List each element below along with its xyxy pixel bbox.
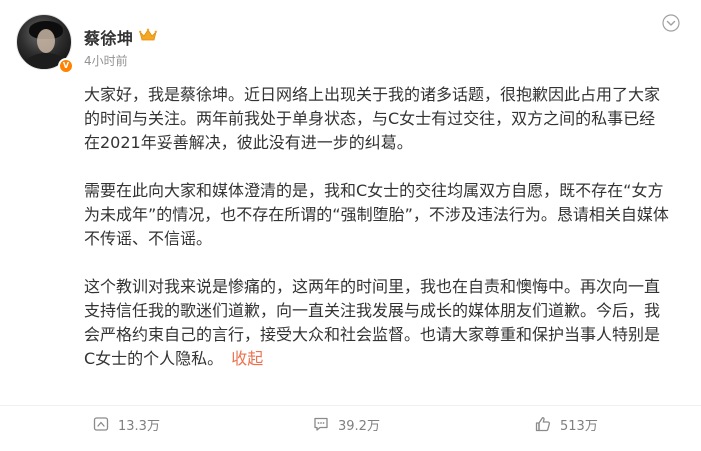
post-content: 大家好，我是蔡徐坤。近日网络上出现关于我的诸多话题，很抱歉因此占用了大家 的时间…	[84, 83, 684, 371]
verified-badge-icon: V	[58, 58, 74, 74]
post-text-line: 这个教训对我来说是惨痛的，这两年的时间里，我也在自责和懊悔中。再次向一直	[84, 277, 661, 296]
post-text-line: 需要在此向大家和媒体澄清的是，我和C女士的交往均属双方自愿，既不存在“女方	[84, 181, 664, 200]
post-timestamp[interactable]: 4小时前	[84, 52, 128, 69]
weibo-post-card: V 蔡徐坤 4小时前 大家好，我是蔡徐坤。近日网络上出现关于我的诸多话题，很抱歉…	[0, 0, 701, 451]
post-text-line: 会严格约束自己的言行，接受大众和社会监督。也请大家尊重和保护当事人特别是	[84, 325, 661, 344]
chevron-down-icon[interactable]	[662, 14, 680, 32]
comment-icon	[314, 417, 328, 431]
post-text-line: 在2021年妥善解决，彼此没有进一步的纠葛。	[84, 133, 413, 152]
post-text-line: 不传谣、不信谣。	[84, 229, 213, 248]
post-paragraph: 需要在此向大家和媒体澄清的是，我和C女士的交往均属双方自愿，既不存在“女方 为未…	[84, 179, 684, 251]
post-text-line: 为未成年”的情况，也不存在所谓的“强制堕胎”，不涉及违法行为。恳请相关自媒体	[84, 205, 669, 224]
footer-divider	[0, 405, 701, 406]
post-paragraph: 大家好，我是蔡徐坤。近日网络上出现关于我的诸多话题，很抱歉因此占用了大家 的时间…	[84, 83, 684, 155]
like-button[interactable]: 513万	[534, 412, 598, 436]
comment-count: 39.2万	[338, 418, 380, 434]
post-text-line: C女士的个人隐私。	[84, 349, 224, 368]
crown-badge-icon	[139, 28, 157, 41]
post-text-line: 的时间与关注。两年前我处于单身状态，与C女士有过交往，双方之间的私事已经	[84, 109, 656, 128]
like-icon	[535, 417, 551, 432]
repost-count: 13.3万	[118, 418, 160, 434]
repost-icon	[93, 417, 109, 431]
post-text-line: 大家好，我是蔡徐坤。近日网络上出现关于我的诸多话题，很抱歉因此占用了大家	[84, 85, 661, 104]
avatar-container[interactable]: V	[16, 14, 74, 74]
post-text-last-line: C女士的个人隐私。 收起	[84, 347, 684, 371]
post-text-line: 支持信任我的歌迷们道歉，向一直关注我发展与成长的媒体朋友们道歉。今后，我	[84, 301, 661, 320]
comment-button[interactable]: 39.2万	[312, 412, 380, 436]
username[interactable]: 蔡徐坤	[84, 25, 134, 49]
like-count: 513万	[560, 418, 598, 434]
post-paragraph: 这个教训对我来说是惨痛的，这两年的时间里，我也在自责和懊悔中。再次向一直 支持信…	[84, 275, 684, 371]
repost-button[interactable]: 13.3万	[92, 412, 160, 436]
collapse-link[interactable]: 收起	[231, 349, 263, 368]
